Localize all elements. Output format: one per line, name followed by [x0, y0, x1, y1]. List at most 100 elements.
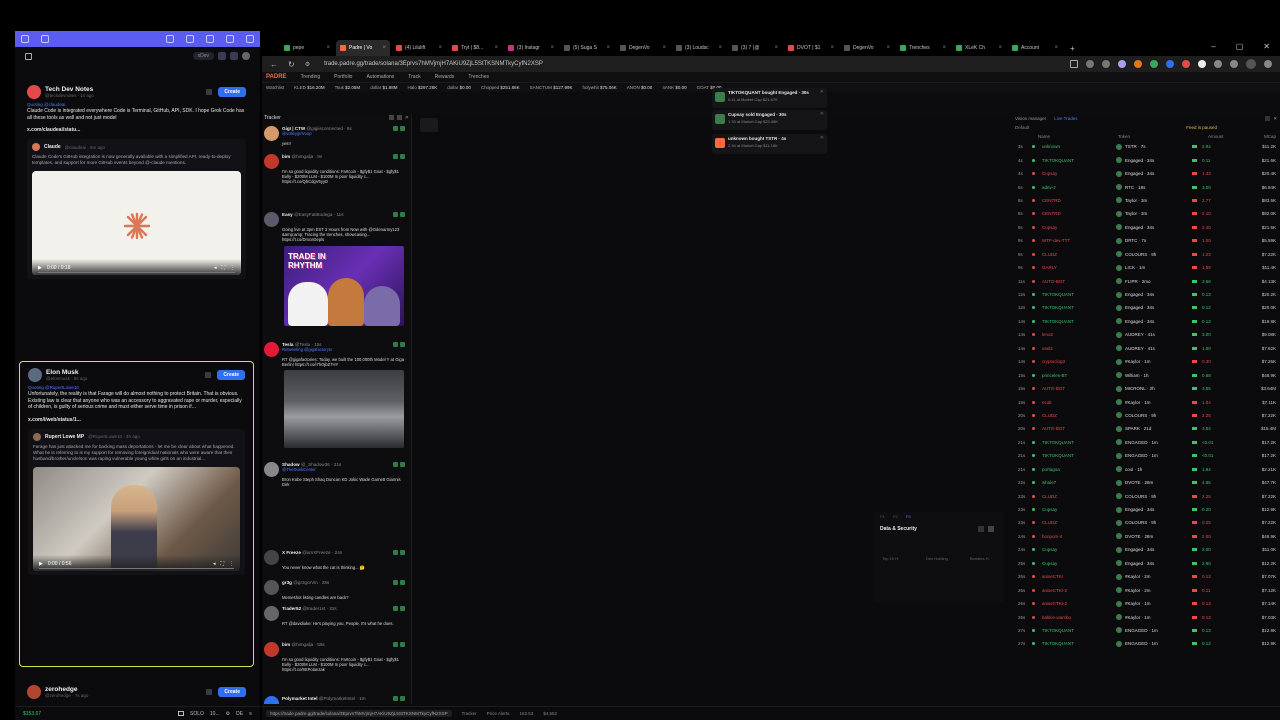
minimize-window-icon[interactable]: – [1211, 42, 1215, 51]
trader-name[interactable]: AUTO-BOT [1042, 279, 1065, 284]
trader-name[interactable]: AUTO-BOT [1042, 386, 1065, 391]
more-icon[interactable]: ⋮ [229, 561, 234, 567]
token-name[interactable]: Engaged · 34s [1125, 158, 1154, 163]
token-name[interactable]: AUDREY · 41s [1125, 346, 1155, 351]
browser-tab[interactable]: (3) Loudsc × [672, 40, 726, 56]
trade-row[interactable]: 23s CLUDZ COLOURS · 9h 2.25 $7.22K [1012, 489, 1280, 502]
trader-name[interactable]: cryptoclog3 [1042, 359, 1065, 364]
trader-name[interactable]: bonpom-4 [1042, 534, 1062, 539]
open-icon[interactable] [400, 342, 405, 347]
token-name[interactable]: COLOURS · 9h [1125, 413, 1156, 418]
grid-icon[interactable] [988, 526, 994, 532]
browser-tab[interactable]: DegenVo × [840, 40, 894, 56]
tab-close-icon[interactable]: × [662, 45, 666, 51]
download-icon[interactable] [1070, 60, 1078, 68]
tracker-tweet[interactable]: Easy @EasyFatiBodega · 11s Going live at … [262, 212, 407, 326]
browser-tab[interactable]: DVOT | $1 × [784, 40, 838, 56]
trade-row[interactable]: 23s Cupsay Engaged · 34s 0.20 $12.9K [1012, 503, 1280, 516]
ticker-item[interactable]: Chopped $251.86K [481, 85, 520, 90]
play-icon[interactable]: ▶ [39, 561, 43, 567]
quoted-post[interactable]: Rupert Lowe MP @RupertLowe10 · 4h ago Fa… [28, 428, 245, 575]
trader-name[interactable]: adev-2 [1042, 185, 1056, 190]
panel-icon[interactable] [25, 52, 32, 60]
wallet-icon[interactable] [178, 711, 184, 716]
mode-label[interactable]: SOLO [190, 711, 204, 717]
trader-name[interactable]: aniseCTKI [1042, 574, 1063, 579]
avatar[interactable] [264, 696, 279, 704]
trader-name[interactable]: leno2 [1042, 332, 1053, 337]
tracker-status[interactable]: Tracker [462, 711, 477, 716]
avatar[interactable] [264, 154, 279, 169]
extension-phantom-icon[interactable] [1118, 60, 1126, 68]
token-name[interactable]: FLIPR · 2mo [1125, 279, 1151, 284]
price-alerts-status[interactable]: Price Alerts [487, 711, 510, 716]
ticker-item[interactable]: dollar $0.00 [447, 85, 471, 90]
token-name[interactable]: MICRONL · 2h [1125, 386, 1155, 391]
extension-icon[interactable] [1182, 60, 1190, 68]
post-link[interactable]: x.com/i/web/status/1... [28, 417, 245, 423]
trade-row[interactable]: 21s TIKTOKQUANT ENGAGED · 1m <0.01 $17.2K [1012, 436, 1280, 449]
token-name[interactable]: COLOURS · 9h [1125, 494, 1156, 499]
settings-icon[interactable] [1265, 115, 1271, 121]
token-name[interactable]: #Kaylor · 1m [1125, 601, 1151, 606]
language-select[interactable]: DE [236, 711, 243, 717]
trader-name[interactable]: Cupsay [1042, 225, 1057, 230]
tab-close-icon[interactable]: × [774, 45, 778, 51]
trade-row[interactable]: 4s Cupsay Engaged · 34s 1.33 $20.4K [1012, 167, 1280, 180]
copy-icon[interactable] [393, 462, 398, 467]
trade-row[interactable]: 14s vanl2 AUDREY · 41s 1.50 $7.62K [1012, 342, 1280, 355]
tracker-tweet[interactable]: bim @himgalja · 9s I'm so good liquidity … [262, 154, 407, 185]
volume-icon[interactable]: ◂ [213, 561, 216, 567]
tweet-mention[interactable]: @volleygirlvoop [282, 131, 352, 136]
tweet-image[interactable]: TRADE IN RHYTHM [284, 245, 404, 326]
copy-icon[interactable] [393, 550, 398, 555]
back-icon[interactable]: ← [270, 60, 278, 69]
trader-name[interactable]: portagoa [1042, 467, 1060, 472]
copy-icon[interactable] [393, 696, 398, 701]
token-name[interactable]: ENGAGED · 1m [1125, 440, 1158, 445]
token-name[interactable]: DVOTE · 28m [1125, 480, 1153, 485]
trade-row[interactable]: 12s TIKTOKQUANT Engaged · 34s 0.13 $20.2K [1012, 288, 1280, 301]
padre-logo[interactable]: PADRE [266, 74, 287, 80]
menu-icon[interactable] [1264, 60, 1272, 68]
tracker-tweet[interactable]: Trader52 @trader1st · 32s RT @davidiuke: … [262, 606, 407, 626]
avatar[interactable] [264, 342, 279, 357]
open-icon[interactable] [400, 550, 405, 555]
avatar[interactable] [264, 212, 279, 227]
trade-row[interactable]: 15s AUTO-BOT MICRONL · 2h 3.55 $3.64M [1012, 382, 1280, 395]
token-name[interactable]: Engaged · 34s [1125, 547, 1154, 552]
settings-icon[interactable] [396, 115, 402, 120]
token-name[interactable]: Engaged · 34s [1125, 225, 1154, 230]
create-button[interactable]: Create [218, 87, 246, 97]
close-window-icon[interactable]: ✕ [1263, 42, 1270, 51]
extension-icon[interactable] [1166, 60, 1174, 68]
fullscreen-icon[interactable]: ⛶ [221, 265, 225, 271]
token-name[interactable]: AUDREY · 41s [1125, 332, 1155, 337]
trade-row[interactable]: 9s WTF-dev-TTT DRTC · 7s 1.00 $5.59K [1012, 234, 1280, 247]
token-name[interactable]: #Kaylor · 1m [1125, 615, 1151, 620]
nav-rewards[interactable]: Rewards [435, 74, 455, 80]
token-name[interactable]: Engaged · 34s [1125, 171, 1154, 176]
create-button[interactable]: Create [218, 687, 246, 697]
avatar[interactable] [28, 368, 42, 382]
trade-notification[interactable]: Cupsay sold Engaged · 30s 1.33 at Market… [712, 110, 827, 130]
tracker-tweet[interactable]: Shadow @_Shadow36 · 21s @TheDunkCenter Bro… [262, 462, 407, 487]
copy-icon[interactable] [393, 126, 398, 131]
browser-tab[interactable]: Tryt | $8... × [448, 40, 502, 56]
maximize-window-icon[interactable]: ▢ [1236, 42, 1244, 51]
trade-row[interactable]: 15s princeles-BT William · 1h 0.68 $48.9K [1012, 368, 1280, 381]
tweet-mention[interactable]: @TheDunkCenter [282, 467, 341, 472]
post-author[interactable]: Tech Dev Notes [45, 86, 94, 93]
trader-name[interactable]: TIKTOKQUANT [1042, 305, 1074, 310]
trade-row[interactable]: 27s TIKTOKQUANT ENGAGED · 1m 0.13 $12.9K [1012, 624, 1280, 637]
trader-name[interactable]: TIKTOKQUANT [1042, 453, 1074, 458]
trader-name[interactable]: vanl2 [1042, 346, 1053, 351]
tracker-tweet[interactable]: GigI | CTW @gigiisconnected · 8s @volleyg… [262, 126, 407, 146]
token-name[interactable]: ENGAGED · 1m [1125, 641, 1158, 646]
trader-name[interactable]: CLUDZ [1042, 494, 1057, 499]
close-icon[interactable]: ✕ [820, 111, 824, 117]
amount-input[interactable]: 10... [210, 711, 220, 717]
tweet-author[interactable]: bim [282, 154, 290, 159]
open-icon[interactable] [400, 212, 405, 217]
ticker-item[interactable]: holywhit $75.06K [582, 85, 616, 90]
